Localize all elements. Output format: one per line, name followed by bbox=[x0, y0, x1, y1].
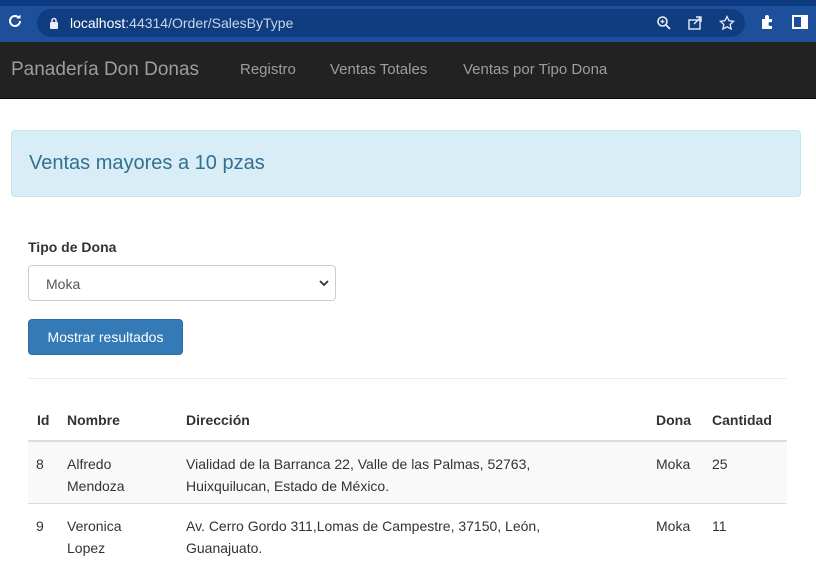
button-label: Mostrar resultados bbox=[47, 329, 164, 345]
navbar: Panadería Don Donas Registro Ventas Tota… bbox=[0, 42, 816, 99]
select-value: Moka bbox=[46, 276, 81, 292]
tipo-dona-select[interactable]: Moka bbox=[28, 265, 336, 301]
nav-link-ventas-por-tipo[interactable]: Ventas por Tipo Dona bbox=[463, 61, 607, 78]
url-path: :44314/Order/SalesByType bbox=[125, 15, 294, 31]
chevron-down-icon bbox=[319, 280, 329, 287]
cell-id: 8 bbox=[36, 456, 44, 472]
header-nombre: Nombre bbox=[67, 412, 120, 428]
url-text[interactable]: localhost:44314/Order/SalesByType bbox=[70, 15, 293, 31]
browser-toolbar: localhost:44314/Order/SalesByType bbox=[0, 0, 816, 42]
url-host: localhost bbox=[70, 15, 126, 31]
cell-direccion-line: Av. Cerro Gordo 311,Lomas de Campestre, … bbox=[186, 518, 541, 534]
star-icon[interactable] bbox=[719, 15, 735, 31]
alert-heading: Ventas mayores a 10 pzas bbox=[29, 152, 265, 174]
tipo-dona-label: Tipo de Dona bbox=[28, 239, 117, 255]
cell-nombre-line: Veronica bbox=[67, 518, 122, 534]
address-bar[interactable]: localhost:44314/Order/SalesByType bbox=[37, 9, 745, 37]
cell-cantidad: 11 bbox=[712, 518, 727, 534]
reload-icon[interactable] bbox=[6, 12, 24, 30]
tab-strip bbox=[0, 0, 816, 6]
header-id: Id bbox=[37, 412, 50, 428]
cell-dona: Moka bbox=[656, 456, 691, 472]
info-alert: Ventas mayores a 10 pzas bbox=[11, 130, 801, 197]
cell-direccion-line: Vialidad de la Barranca 22, Valle de las… bbox=[186, 456, 531, 472]
cell-dona: Moka bbox=[656, 518, 691, 534]
divider bbox=[28, 378, 787, 379]
cell-nombre-line: Mendoza bbox=[67, 478, 125, 494]
cell-nombre-line: Lopez bbox=[67, 540, 106, 556]
header-cantidad: Cantidad bbox=[712, 412, 772, 428]
cell-id: 9 bbox=[36, 518, 44, 534]
share-icon[interactable] bbox=[687, 15, 703, 31]
nav-link-ventas-totales[interactable]: Ventas Totales bbox=[330, 61, 427, 78]
extensions-icon[interactable] bbox=[759, 13, 777, 31]
navbar-brand[interactable]: Panadería Don Donas bbox=[11, 59, 199, 81]
cell-direccion-line: Guanajuato. bbox=[186, 540, 263, 556]
mostrar-resultados-button[interactable]: Mostrar resultados bbox=[28, 319, 183, 355]
cell-cantidad: 25 bbox=[712, 456, 728, 472]
header-direccion: Dirección bbox=[186, 412, 250, 428]
cell-direccion: Vialidad de la Barranca 22, Valle de las… bbox=[186, 453, 530, 497]
cell-nombre: Alfredo Mendoza bbox=[67, 453, 125, 497]
cell-nombre: Veronica Lopez bbox=[67, 515, 121, 559]
zoom-icon[interactable] bbox=[656, 15, 672, 31]
cell-direccion: Av. Cerro Gordo 311,Lomas de Campestre, … bbox=[186, 515, 540, 559]
table-row: 8 Alfredo Mendoza Vialidad de la Barranc… bbox=[28, 442, 787, 504]
header-dona: Dona bbox=[656, 412, 691, 428]
cell-nombre-line: Alfredo bbox=[67, 456, 112, 472]
table-row: 9 Veronica Lopez Av. Cerro Gordo 311,Lom… bbox=[28, 504, 787, 566]
nav-link-registro[interactable]: Registro bbox=[240, 61, 296, 78]
cell-direccion-line: Huixquilucan, Estado de México. bbox=[186, 478, 390, 494]
sidepanel-icon[interactable] bbox=[791, 13, 809, 31]
lock-icon[interactable] bbox=[49, 17, 59, 29]
